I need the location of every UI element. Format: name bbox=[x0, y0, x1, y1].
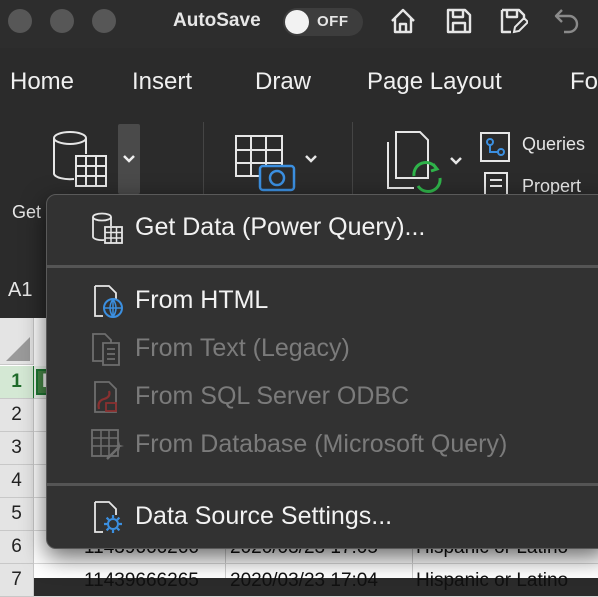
data-source-settings-icon bbox=[94, 501, 122, 533]
table-row: 11439666265 2020/03/23 17:04 Hispanic or… bbox=[34, 564, 598, 597]
menu-item-label: From HTML bbox=[135, 286, 269, 314]
menu-item-from-sql-server-odbc: From SQL Server ODBC bbox=[47, 373, 597, 419]
database-table-icon bbox=[53, 131, 107, 187]
row-header-5[interactable]: 5 bbox=[0, 498, 34, 531]
ribbon-separator bbox=[352, 122, 353, 194]
tab-insert[interactable]: Insert bbox=[132, 68, 192, 96]
ribbon-tabs: Home Insert Draw Page Layout Fo bbox=[0, 52, 598, 110]
get-data-dropdown-arrow[interactable] bbox=[118, 124, 140, 194]
chevron-down-icon bbox=[123, 155, 135, 163]
menu-item-label: Data Source Settings... bbox=[135, 502, 393, 530]
menu-item-data-source-settings[interactable]: Data Source Settings... bbox=[47, 493, 597, 539]
database-table-icon bbox=[92, 212, 123, 244]
table-camera-icon[interactable] bbox=[232, 132, 328, 194]
menu-item-from-text-legacy: From Text (Legacy) bbox=[47, 325, 597, 371]
close-window-button[interactable] bbox=[8, 9, 32, 33]
tab-formulas[interactable]: Fo bbox=[570, 68, 598, 96]
save-as-edit-icon[interactable] bbox=[498, 6, 528, 36]
cell-a7[interactable]: 11439666265 bbox=[84, 570, 199, 592]
minimize-window-button[interactable] bbox=[50, 9, 74, 33]
tab-home[interactable]: Home bbox=[10, 68, 74, 96]
html-globe-icon bbox=[94, 285, 123, 318]
title-bar: AutoSave OFF bbox=[0, 0, 598, 48]
save-icon[interactable] bbox=[444, 6, 474, 36]
toggle-state: OFF bbox=[317, 13, 349, 30]
menu-separator bbox=[47, 265, 598, 268]
get-data-menu: Get Data (Power Query)... From HTML From… bbox=[46, 194, 598, 549]
name-box[interactable]: A1 bbox=[0, 270, 46, 312]
cell-c7[interactable]: Hispanic or Latino bbox=[416, 570, 568, 592]
ribbon-separator bbox=[203, 122, 204, 194]
database-query-icon bbox=[91, 429, 124, 460]
toggle-knob bbox=[285, 10, 309, 34]
text-file-icon bbox=[92, 333, 120, 366]
tab-page-layout[interactable]: Page Layout bbox=[367, 68, 502, 96]
menu-separator bbox=[47, 483, 598, 486]
menu-item-get-data-power-query[interactable]: Get Data (Power Query)... bbox=[47, 204, 597, 250]
row-header-1[interactable]: 1 bbox=[0, 366, 35, 399]
menu-item-label: From SQL Server ODBC bbox=[135, 382, 410, 410]
queries-connections-icon[interactable] bbox=[478, 130, 514, 164]
menu-item-label: Get Data (Power Query)... bbox=[135, 213, 426, 241]
home-icon[interactable] bbox=[388, 6, 418, 36]
row-header-4[interactable]: 4 bbox=[0, 465, 34, 498]
row-header-2[interactable]: 2 bbox=[0, 399, 34, 432]
menu-item-label: From Database (Microsoft Query) bbox=[135, 430, 508, 458]
select-all-corner[interactable] bbox=[0, 318, 34, 365]
refresh-all-icon[interactable] bbox=[384, 128, 468, 198]
menu-item-from-html[interactable]: From HTML bbox=[47, 277, 597, 323]
queries-label[interactable]: Queries bbox=[522, 134, 585, 155]
menu-item-label: From Text (Legacy) bbox=[135, 334, 350, 362]
row-header-3[interactable]: 3 bbox=[0, 432, 34, 465]
get-data-split-button[interactable] bbox=[46, 124, 142, 194]
undo-icon[interactable] bbox=[552, 6, 582, 36]
cell-b7[interactable]: 2020/03/23 17:04 bbox=[230, 570, 378, 592]
row-header-7[interactable]: 7 bbox=[0, 564, 34, 597]
name-box-value: A1 bbox=[8, 279, 33, 301]
autosave-label: AutoSave bbox=[173, 10, 261, 31]
get-data-label: Get bbox=[12, 202, 42, 222]
menu-item-from-database-microsoft-query: From Database (Microsoft Query) bbox=[47, 421, 597, 467]
row-header-6[interactable]: 6 bbox=[0, 531, 34, 564]
tab-draw[interactable]: Draw bbox=[255, 68, 311, 96]
zoom-window-button[interactable] bbox=[92, 9, 116, 33]
autosave-toggle[interactable]: OFF bbox=[283, 8, 363, 36]
sql-server-icon bbox=[94, 381, 117, 413]
